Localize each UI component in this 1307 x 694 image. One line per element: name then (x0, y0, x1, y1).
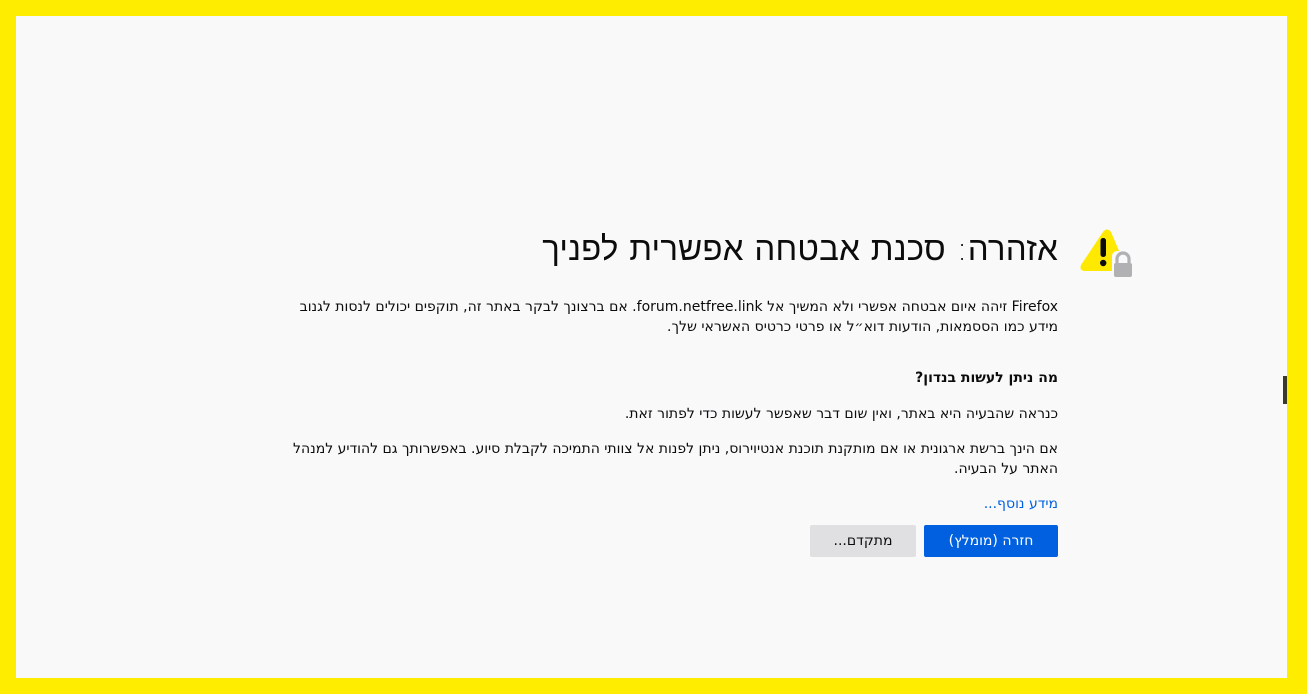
site-problem-text: כנראה שהבעיה היא באתר, ואין שום דבר שאפש… (624, 406, 1058, 422)
go-back-button[interactable]: חזרה (מומלץ) (924, 525, 1058, 557)
button-row: חזרה (מומלץ) מתקדם... (278, 525, 1058, 557)
intro-text: Firefox זיהה איום אבטחה אפשרי ולא המשיך … (299, 299, 1058, 335)
learn-more-link[interactable]: מידע נוסף... (984, 494, 1058, 514)
page-title: אזהרה: סכנת אבטחה אפשרית לפניך (542, 229, 1058, 268)
warning-lock-icon (1080, 229, 1133, 278)
error-content: אזהרה: סכנת אבטחה אפשרית לפניך Firefox ז… (278, 221, 1133, 557)
network-help-text: אם הינך ברשת ארגונית או אם מותקנת תוכנת … (292, 441, 1058, 477)
scrollbar-thumb[interactable] (1283, 376, 1287, 404)
what-can-you-do-heading: מה ניתן לעשות בנדון? (915, 370, 1058, 386)
advanced-button[interactable]: מתקדם... (810, 525, 916, 557)
lock-icon (1112, 251, 1133, 278)
error-page: אזהרה: סכנת אבטחה אפשרית לפניך Firefox ז… (16, 16, 1287, 678)
